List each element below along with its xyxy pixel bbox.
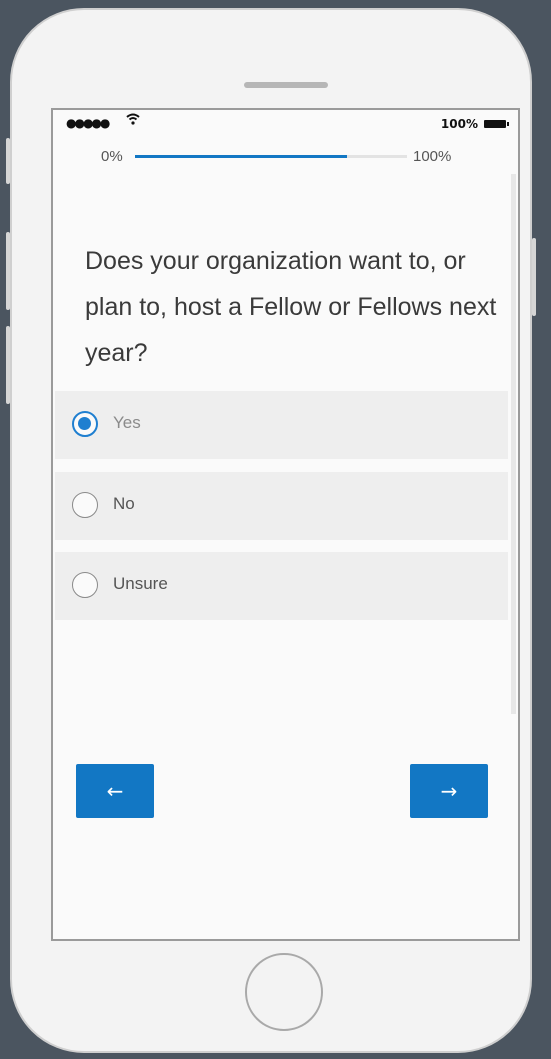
progress-track xyxy=(135,155,407,158)
survey-progress: 0% 100% xyxy=(53,148,518,172)
option-yes[interactable]: Yes xyxy=(55,391,508,459)
phone-power-button xyxy=(532,238,536,316)
home-button[interactable] xyxy=(245,953,323,1031)
progress-start-label: 0% xyxy=(101,148,123,165)
radio-button-unsure[interactable] xyxy=(72,572,98,598)
next-button[interactable]: → xyxy=(410,764,488,818)
option-unsure[interactable]: Unsure xyxy=(55,552,508,620)
radio-button-yes[interactable] xyxy=(72,411,98,437)
battery-percent: 100% xyxy=(440,117,478,131)
option-unsure-label: Unsure xyxy=(113,574,168,593)
option-no[interactable]: No xyxy=(55,472,508,540)
phone-volume-up-button xyxy=(6,232,10,310)
wifi-icon xyxy=(126,113,140,129)
radio-button-no[interactable] xyxy=(72,492,98,518)
phone-screen: ●●●●● 100% 0% 100% Does your organizatio… xyxy=(51,108,520,941)
arrow-right-icon: → xyxy=(440,779,458,803)
scrollbar[interactable] xyxy=(511,174,516,714)
phone-volume-down-button xyxy=(6,326,10,404)
progress-end-label: 100% xyxy=(413,148,452,165)
back-button[interactable]: ← xyxy=(76,764,154,818)
phone-side-button-left xyxy=(6,138,10,184)
phone-speaker xyxy=(244,82,328,88)
option-no-label: No xyxy=(113,494,135,513)
signal-strength-icon: ●●●●● xyxy=(66,116,110,130)
status-bar: ●●●●● 100% xyxy=(53,110,518,140)
phone-frame: ●●●●● 100% 0% 100% Does your organizatio… xyxy=(6,8,536,1053)
option-yes-label: Yes xyxy=(113,413,141,432)
arrow-left-icon: ← xyxy=(106,779,124,803)
battery-icon xyxy=(484,120,509,128)
progress-fill xyxy=(135,155,348,158)
question-text: Does your organization want to, or plan … xyxy=(85,247,497,367)
